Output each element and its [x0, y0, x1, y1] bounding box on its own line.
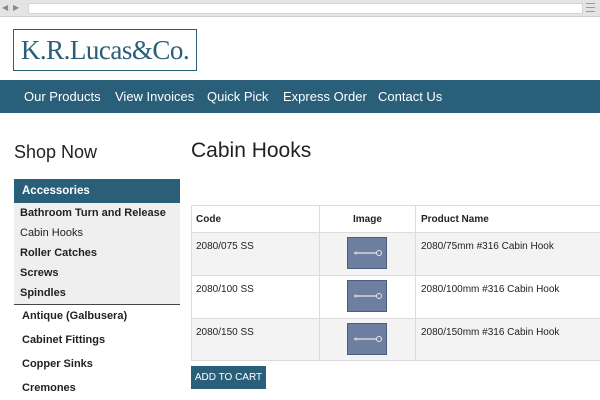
sidebar-category[interactable]: Antique (Galbusera): [22, 310, 127, 322]
logo-text: K.R.Lucas&Co.: [20, 35, 190, 65]
product-thumbnail[interactable]: [347, 323, 387, 355]
sidebar-category[interactable]: Cremones: [22, 382, 76, 394]
sidebar-heading: Shop Now: [14, 142, 98, 162]
column-header-image: Image: [353, 214, 382, 225]
product-thumbnail[interactable]: [347, 280, 387, 312]
product-code: 2080/100 SS: [196, 284, 254, 295]
product-code: 2080/150 SS: [196, 327, 254, 338]
sidebar-item-accessories[interactable]: Accessories: [14, 179, 180, 203]
subcategory-item[interactable]: Roller Catches: [20, 247, 97, 259]
back-icon[interactable]: ◀: [2, 4, 8, 12]
nav-our-products[interactable]: Our Products: [24, 80, 101, 113]
subcategory-item[interactable]: Spindles: [20, 287, 66, 299]
table-header-row: Code Image Product Name: [191, 206, 600, 233]
menu-icon[interactable]: [586, 3, 595, 12]
subcategory-item[interactable]: Bathroom Turn and Release: [20, 207, 166, 219]
table-row[interactable]: 2080/075 SS 2080/75mm #316 Cabin Hook: [191, 233, 600, 276]
nav-express-order[interactable]: Express Order: [283, 80, 367, 113]
product-thumbnail[interactable]: [347, 237, 387, 269]
table-divider: [319, 206, 320, 360]
column-header-code: Code: [196, 214, 221, 225]
subcategory-list: Bathroom Turn and Release Cabin Hooks Ro…: [14, 203, 180, 305]
product-name[interactable]: 2080/150mm #316 Cabin Hook: [421, 327, 559, 338]
product-code: 2080/075 SS: [196, 241, 254, 252]
table-divider: [415, 206, 416, 360]
address-bar[interactable]: [28, 3, 583, 14]
product-table: Code Image Product Name 2080/075 SS 2080…: [191, 205, 600, 361]
site-logo[interactable]: K.R.Lucas&Co.: [13, 29, 197, 71]
nav-view-invoices[interactable]: View Invoices: [115, 80, 194, 113]
forward-icon[interactable]: ▶: [13, 4, 19, 12]
page-title: Cabin Hooks: [191, 139, 312, 162]
subcategory-item[interactable]: Screws: [20, 267, 59, 279]
product-name[interactable]: 2080/100mm #316 Cabin Hook: [421, 284, 559, 295]
table-row[interactable]: 2080/150 SS 2080/150mm #316 Cabin Hook: [191, 319, 600, 361]
add-to-cart-button[interactable]: ADD TO CART: [191, 366, 266, 389]
nav-contact-us[interactable]: Contact Us: [378, 80, 442, 113]
table-row[interactable]: 2080/100 SS 2080/100mm #316 Cabin Hook: [191, 276, 600, 319]
product-name[interactable]: 2080/75mm #316 Cabin Hook: [421, 241, 554, 252]
browser-window: ◀ ▶ K.R.Lucas&Co. Our Products View Invo…: [0, 0, 600, 400]
column-header-name: Product Name: [421, 214, 489, 225]
nav-quick-pick[interactable]: Quick Pick: [207, 80, 268, 113]
sidebar-category[interactable]: Copper Sinks: [22, 358, 93, 370]
sidebar-category[interactable]: Cabinet Fittings: [22, 334, 105, 346]
browser-chrome: ◀ ▶: [0, 0, 600, 17]
subcategory-item-active[interactable]: Cabin Hooks: [20, 227, 83, 239]
table-border: [191, 206, 192, 360]
main-nav: Our Products View Invoices Quick Pick Ex…: [0, 80, 600, 113]
